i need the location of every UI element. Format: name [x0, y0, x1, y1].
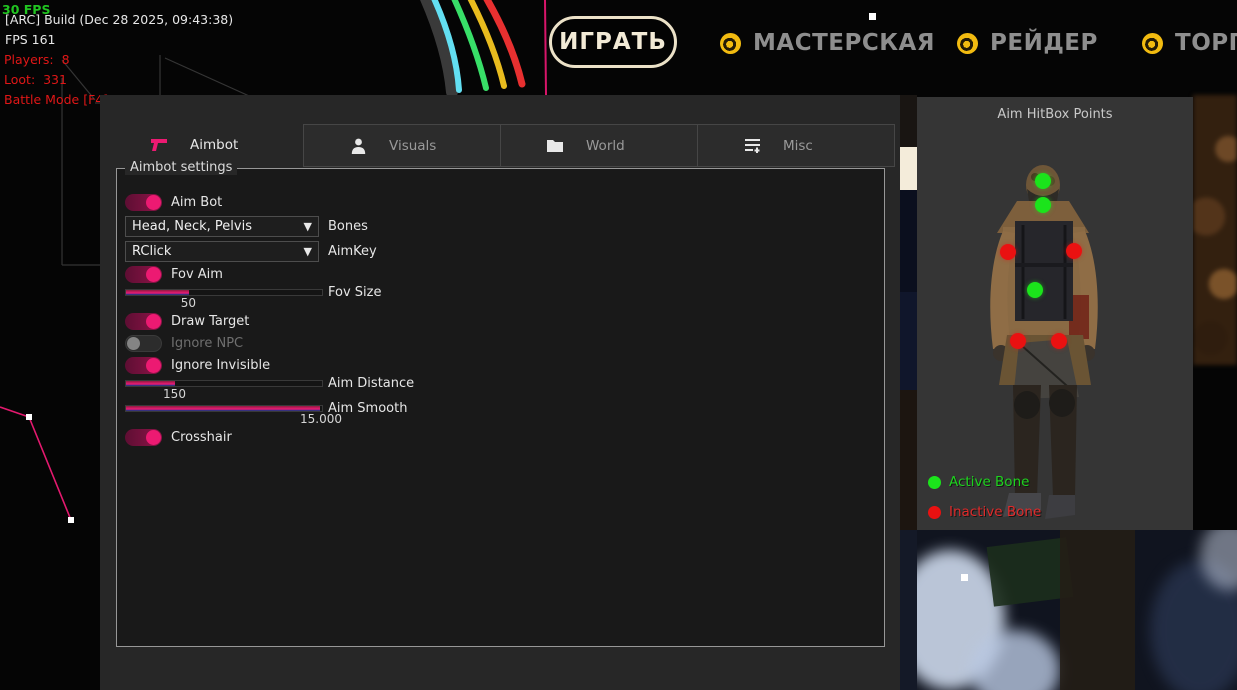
aimkey-label: AimKey — [328, 244, 377, 259]
active-bone-dot-icon — [928, 476, 941, 489]
aimkey-dropdown[interactable]: RClick ▼ — [125, 241, 319, 262]
inactive-bone-dot-icon — [928, 506, 941, 519]
playlist-add-icon — [743, 137, 761, 155]
ignore-invisible-toggle[interactable] — [125, 357, 162, 374]
tab-label: Aimbot — [190, 137, 238, 153]
aim-distance-label: Aim Distance — [328, 376, 414, 391]
coin-icon — [1142, 33, 1163, 54]
fov-size-value: 50 — [181, 296, 196, 310]
hud-fps-line: FPS 161 — [5, 30, 56, 50]
crosshair-toggle[interactable] — [125, 429, 162, 446]
hitbox-point-left-hip[interactable] — [1010, 333, 1026, 349]
neon-rainbow-sign — [424, 0, 522, 92]
legend-inactive-bone: Inactive Bone — [928, 504, 1041, 520]
slider-fill — [126, 381, 175, 386]
ignore-invisible-label: Ignore Invisible — [171, 358, 270, 373]
chevron-down-icon: ▼ — [304, 220, 318, 233]
esp-dot — [26, 414, 32, 420]
tab-misc[interactable]: Misc — [697, 124, 895, 167]
aim-distance-slider[interactable] — [125, 380, 323, 387]
hud-loot-line: Loot: 331 — [4, 70, 67, 90]
bones-label: Bones — [328, 219, 368, 234]
nav-item-raider[interactable]: РЕЙДЕР — [957, 30, 1098, 56]
scene-gap-strip — [900, 95, 917, 690]
nav-item-workshop[interactable]: МАСТЕРСКАЯ — [720, 30, 935, 56]
tab-aimbot[interactable]: Aimbot — [105, 124, 303, 165]
hitbox-point-left-shoulder[interactable] — [1000, 244, 1016, 260]
esp-dot — [961, 574, 968, 581]
coin-icon — [957, 33, 978, 54]
bones-dropdown[interactable]: Head, Neck, Pelvis ▼ — [125, 216, 319, 237]
ignore-npc-toggle[interactable] — [125, 335, 162, 352]
player-model — [917, 97, 1193, 530]
tab-label: Visuals — [389, 138, 436, 154]
hud-build-line: [ARC] Build (Dec 28 2025, 09:43:38) — [5, 10, 233, 30]
hitbox-point-right-shoulder[interactable] — [1066, 243, 1082, 259]
ignore-npc-label: Ignore NPC — [171, 336, 243, 351]
crosshair-label: Crosshair — [171, 430, 232, 445]
aim-smooth-label: Aim Smooth — [328, 401, 407, 416]
hud-players-line: Players: 8 — [4, 50, 70, 70]
legend-label: Inactive Bone — [949, 504, 1041, 520]
aimbot-settings-group: Aimbot settings Aim Bot Head, Neck, Pelv… — [116, 168, 885, 647]
aim-smooth-slider[interactable] — [125, 405, 323, 412]
tab-label: World — [586, 138, 625, 154]
tab-visuals[interactable]: Visuals — [303, 124, 501, 167]
tab-world[interactable]: World — [500, 124, 698, 167]
aim-bot-label: Aim Bot — [171, 195, 222, 210]
draw-target-toggle[interactable] — [125, 313, 162, 330]
slider-fill — [126, 406, 320, 411]
game-scene-window — [900, 530, 1237, 690]
play-button[interactable]: ИГРАТЬ — [549, 16, 677, 68]
fov-aim-toggle[interactable] — [125, 266, 162, 283]
hitbox-panel: Aim HitBox Points — [917, 97, 1193, 530]
chevron-down-icon: ▼ — [304, 245, 318, 258]
aimbot-gun-icon — [150, 136, 168, 154]
fov-aim-label: Fov Aim — [171, 267, 223, 282]
fov-size-slider[interactable] — [125, 289, 323, 296]
hitbox-point-head[interactable] — [1035, 173, 1051, 189]
bones-dropdown-value: Head, Neck, Pelvis — [126, 219, 304, 234]
nav-item-label: РЕЙДЕР — [990, 30, 1098, 56]
nav-item-label: ТОРГО — [1175, 30, 1237, 56]
rock-texture — [1193, 95, 1237, 365]
aim-distance-value: 150 — [163, 387, 186, 401]
tab-label: Misc — [783, 138, 813, 154]
hitbox-point-neck[interactable] — [1035, 197, 1051, 213]
esp-dot — [68, 517, 74, 523]
aimkey-dropdown-value: RClick — [126, 244, 304, 259]
slider-fill — [126, 290, 189, 295]
esp-dot — [869, 13, 876, 20]
cheat-menu-panel: Aimbot Visuals World Misc Aimbot setting… — [100, 95, 900, 690]
nav-item-trade[interactable]: ТОРГО — [1142, 30, 1237, 56]
game-screen: 30 FPS [ARC] Build (Dec 28 2025, 09:43:3… — [0, 0, 1237, 690]
group-title: Aimbot settings — [125, 160, 237, 175]
fov-size-label: Fov Size — [328, 285, 381, 300]
legend-active-bone: Active Bone — [928, 474, 1029, 490]
hitbox-point-pelvis[interactable] — [1027, 282, 1043, 298]
coin-icon — [720, 33, 741, 54]
nav-item-label: МАСТЕРСКАЯ — [753, 30, 935, 56]
aim-bot-toggle[interactable] — [125, 194, 162, 211]
person-icon — [349, 137, 367, 155]
legend-label: Active Bone — [949, 474, 1029, 490]
hitbox-point-right-hip[interactable] — [1051, 333, 1067, 349]
folder-icon — [546, 137, 564, 155]
draw-target-label: Draw Target — [171, 314, 249, 329]
